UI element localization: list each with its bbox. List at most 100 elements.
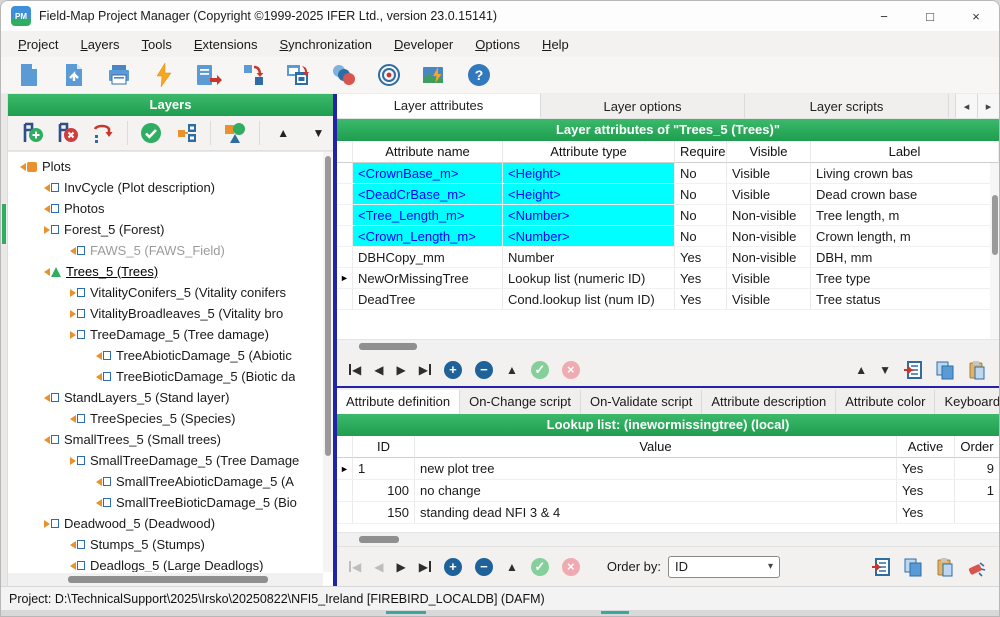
delete-record-button[interactable]: −	[475, 361, 493, 379]
tab-attribute-description[interactable]: Attribute description	[702, 390, 836, 414]
lookup-row[interactable]: 100 no change Yes 1	[337, 480, 999, 502]
cancel-record-button[interactable]: ×	[562, 361, 580, 379]
column-attribute-name[interactable]: Attribute name	[353, 141, 503, 163]
menu-tools[interactable]: Tools	[131, 34, 183, 55]
clear-button[interactable]	[967, 557, 987, 577]
tab-layer-scripts[interactable]: Layer scripts	[745, 94, 949, 118]
tree-item-smalltreeabioticdamage5[interactable]: SmallTreeAbioticDamage_5 (A	[8, 471, 323, 492]
lookup-row-current[interactable]: ► 1 new plot tree Yes 9	[337, 458, 999, 480]
lookup-row[interactable]: 150 standing dead NFI 3 & 4 Yes	[337, 502, 999, 524]
apply-button[interactable]	[137, 119, 166, 147]
tree-item-faws5[interactable]: FAWS_5 (FAWS_Field)	[8, 240, 323, 261]
tree-horizontal-scrollbar[interactable]	[8, 573, 323, 586]
copy-layers-button[interactable]	[285, 61, 313, 89]
export-button[interactable]	[195, 61, 223, 89]
attribute-row[interactable]: DeadTree Cond.lookup list (num ID) Yes V…	[337, 289, 999, 310]
add-layer-button[interactable]	[18, 119, 47, 147]
attributes-vertical-scrollbar[interactable]	[990, 163, 999, 339]
tree-item-photos[interactable]: Photos	[8, 198, 323, 219]
tree-item-deadwood5[interactable]: Deadwood_5 (Deadwood)	[8, 513, 323, 534]
column-value[interactable]: Value	[415, 436, 897, 458]
open-project-button[interactable]	[60, 61, 88, 89]
tab-scroll-left-button[interactable]: ◂	[955, 94, 977, 118]
paste-button[interactable]	[967, 360, 987, 380]
move-attribute-up-button[interactable]: ▲	[855, 363, 867, 377]
reorder-layers-button[interactable]	[89, 119, 118, 147]
layer-symbols-button[interactable]	[220, 119, 249, 147]
insert-from-list-button[interactable]	[871, 557, 891, 577]
tab-attribute-definition[interactable]: Attribute definition	[337, 390, 460, 414]
prior-record-button[interactable]: ◀	[374, 363, 383, 377]
post-record-button[interactable]: ✓	[531, 558, 549, 576]
menu-project[interactable]: Project	[7, 34, 69, 55]
attribute-row[interactable]: <Crown_Length_m> <Number> No Non-visible…	[337, 226, 999, 247]
tree-item-smalltreebioticdamage5[interactable]: SmallTreeBioticDamage_5 (Bio	[8, 492, 323, 513]
attribute-row[interactable]: <DeadCrBase_m> <Height> No Visible Dead …	[337, 184, 999, 205]
first-record-button[interactable]: ◀	[349, 363, 361, 377]
column-attribute-type[interactable]: Attribute type	[503, 141, 675, 163]
paste-button[interactable]	[935, 557, 955, 577]
tab-scroll-right-button[interactable]: ▸	[977, 94, 999, 118]
tab-layer-options[interactable]: Layer options	[541, 94, 745, 118]
insert-from-list-button[interactable]	[903, 360, 923, 380]
attribute-row[interactable]: <Tree_Length_m> <Number> No Non-visible …	[337, 205, 999, 226]
menu-synchronization[interactable]: Synchronization	[268, 34, 383, 55]
copy-button[interactable]	[903, 557, 923, 577]
legend-button[interactable]	[330, 61, 358, 89]
next-record-button[interactable]: ▶	[396, 560, 405, 574]
transfer-button[interactable]	[240, 61, 268, 89]
maximize-button[interactable]: □	[907, 1, 953, 31]
tree-vertical-scrollbar[interactable]	[323, 152, 333, 572]
tree-item-treedamage5[interactable]: TreeDamage_5 (Tree damage)	[8, 324, 323, 345]
last-record-button[interactable]: ▶	[419, 560, 431, 574]
delete-record-button[interactable]: −	[475, 558, 493, 576]
insert-record-button[interactable]: +	[444, 558, 462, 576]
move-layer-down-button[interactable]: ▼	[304, 119, 333, 147]
column-label[interactable]: Label	[811, 141, 999, 163]
tab-attribute-color[interactable]: Attribute color	[836, 390, 935, 414]
attributes-horizontal-scrollbar[interactable]	[337, 339, 999, 353]
column-required[interactable]: Required	[675, 141, 727, 163]
menu-layers[interactable]: Layers	[69, 34, 130, 55]
tree-item-trees5[interactable]: Trees_5 (Trees)	[8, 261, 323, 282]
tree-item-treespecies5[interactable]: TreeSpecies_5 (Species)	[8, 408, 323, 429]
close-button[interactable]: ×	[953, 1, 999, 31]
scrollbar-thumb[interactable]	[359, 343, 417, 350]
tree-item-vitalityconifers5[interactable]: VitalityConifers_5 (Vitality conifers	[8, 282, 323, 303]
tab-keyboard[interactable]: Keyboard	[935, 390, 1000, 414]
first-record-button[interactable]: ◀	[349, 560, 361, 574]
attribute-row-current[interactable]: ► NewOrMissingTree Lookup list (numeric …	[337, 268, 999, 289]
column-visible[interactable]: Visible	[727, 141, 811, 163]
scrollbar-thumb[interactable]	[359, 536, 399, 543]
tree-item-smalltrees5[interactable]: SmallTrees_5 (Small trees)	[8, 429, 323, 450]
copy-button[interactable]	[935, 360, 955, 380]
attribute-row[interactable]: DBHCopy_mm Number Yes Non-visible DBH, m…	[337, 247, 999, 268]
tree-item-forest5[interactable]: Forest_5 (Forest)	[8, 219, 323, 240]
tree-item-treebioticdamage5[interactable]: TreeBioticDamage_5 (Biotic da	[8, 366, 323, 387]
order-by-dropdown[interactable]: ID ▾	[668, 556, 780, 578]
tab-on-change-script[interactable]: On-Change script	[460, 390, 581, 414]
tab-on-validate-script[interactable]: On-Validate script	[581, 390, 702, 414]
tree-item-deadlogs5[interactable]: Deadlogs_5 (Large Deadlogs)	[8, 555, 323, 572]
prior-record-button[interactable]: ◀	[374, 560, 383, 574]
scrollbar-thumb[interactable]	[325, 156, 331, 456]
menu-help[interactable]: Help	[531, 34, 580, 55]
move-layer-up-button[interactable]: ▲	[269, 119, 298, 147]
scrollbar-thumb[interactable]	[68, 576, 268, 583]
scrollbar-thumb[interactable]	[992, 195, 998, 255]
target-button[interactable]	[375, 61, 403, 89]
cancel-record-button[interactable]: ×	[562, 558, 580, 576]
menu-developer[interactable]: Developer	[383, 34, 464, 55]
lookup-horizontal-scrollbar[interactable]	[337, 532, 999, 546]
menu-options[interactable]: Options	[464, 34, 531, 55]
map-tools-button[interactable]	[420, 61, 448, 89]
last-record-button[interactable]: ▶	[419, 363, 431, 377]
edit-record-button[interactable]: ▲	[506, 363, 518, 377]
tree-item-smalltreedamage5[interactable]: SmallTreeDamage_5 (Tree Damage	[8, 450, 323, 471]
new-project-button[interactable]	[15, 61, 43, 89]
print-button[interactable]	[105, 61, 133, 89]
tree-item-stumps5[interactable]: Stumps_5 (Stumps)	[8, 534, 323, 555]
tab-layer-attributes[interactable]: Layer attributes	[337, 94, 541, 118]
tree-item-vitalitybroadleaves5[interactable]: VitalityBroadleaves_5 (Vitality bro	[8, 303, 323, 324]
next-record-button[interactable]: ▶	[396, 363, 405, 377]
